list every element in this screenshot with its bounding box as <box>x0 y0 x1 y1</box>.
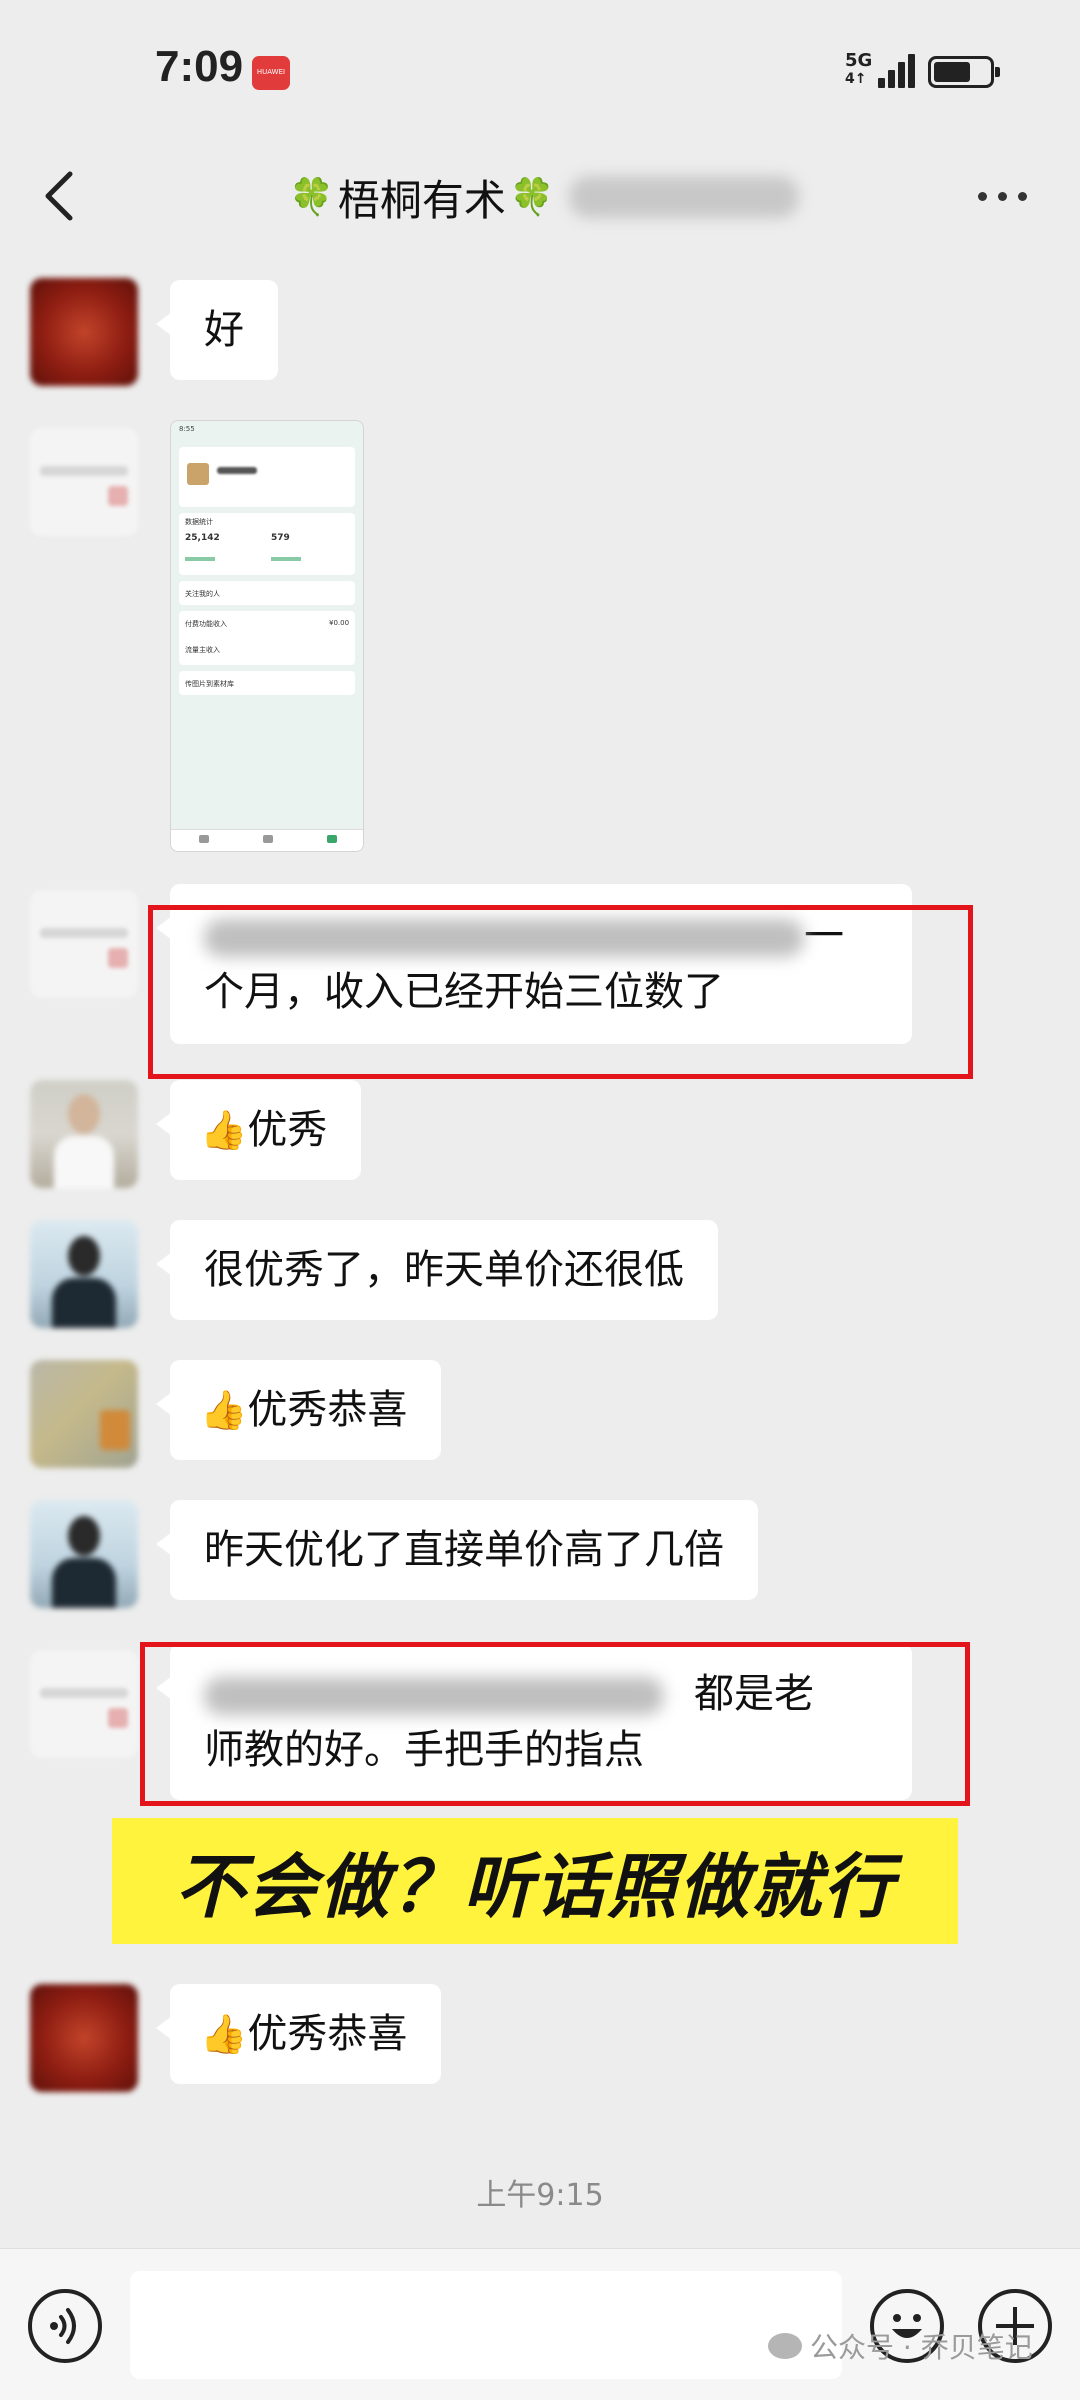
message-timestamp: 上午9:15 <box>476 2178 604 2213</box>
message-bubble[interactable]: 👍优秀恭喜 <box>155 1360 442 1460</box>
chat-header: 🍀 梧桐有术 🍀 <box>0 140 1080 255</box>
message-bubble[interactable]: 很优秀了，昨天单价还很低 <box>156 1220 718 1320</box>
avatar[interactable] <box>30 428 138 536</box>
avatar[interactable] <box>30 1500 138 1608</box>
highlight-box <box>148 905 973 1079</box>
message-text: 很优秀了，昨天单价还很低 <box>204 1247 684 1293</box>
network-indicator: 5G 4↑ <box>845 52 872 88</box>
status-bar: 7:09 HUAWEI 5G 4↑ <box>0 0 1080 140</box>
notification-label: HUAWEI <box>256 68 286 76</box>
watermark-text: 公众号 · 乔贝笔记 <box>810 2331 1033 2364</box>
screenshot-tabbar <box>171 829 363 851</box>
message-text: 昨天优化了直接单价高了几倍 <box>204 1527 724 1573</box>
message-text: 优秀恭喜 <box>247 2011 408 2057</box>
screenshot-row1: 关注我的人 <box>185 590 220 598</box>
screenshot-profile-card <box>179 447 355 507</box>
blurred-title-suffix <box>568 176 799 218</box>
avatar[interactable] <box>30 278 138 386</box>
thumbs-up-icon: 👍 <box>200 2012 248 2056</box>
message-bubble[interactable]: 好 <box>156 280 278 380</box>
message-text: 优秀 <box>247 1107 328 1153</box>
avatar[interactable] <box>30 1984 138 2092</box>
avatar[interactable] <box>30 1360 138 1468</box>
clover-icon: 🍀 <box>509 177 555 218</box>
voice-icon <box>50 2308 76 2344</box>
notification-icon: HUAWEI <box>252 56 290 90</box>
shared-screenshot-image[interactable]: 8:55 数据统计 25,142 579 关注我的人 付费功能收入 ¥0.00 … <box>170 420 364 852</box>
input-bar <box>0 2248 1080 2400</box>
screenshot-value1: 25,142 <box>185 533 220 543</box>
thumbs-up-icon: 👍 <box>200 1388 248 1432</box>
message-bubble[interactable]: 👍优秀 <box>155 1080 362 1180</box>
chat-title: 🍀 梧桐有术 🍀 <box>285 162 799 232</box>
avatar[interactable] <box>30 1650 138 1758</box>
screenshot-row2: 付费功能收入 <box>185 620 227 628</box>
message-bubble[interactable]: 👍优秀恭喜 <box>155 1984 442 2084</box>
highlight-box <box>140 1642 970 1806</box>
annotation-banner: 不会做？听话照做就行 <box>112 1818 958 1944</box>
message-text: 优秀恭喜 <box>247 1387 408 1433</box>
clover-icon: 🍀 <box>289 177 334 218</box>
chat-title-text: 梧桐有术 <box>337 175 506 225</box>
screenshot-value2: 579 <box>271 533 290 543</box>
screenshot-row4: 传图片到素材库 <box>185 680 234 688</box>
avatar[interactable] <box>30 1080 138 1188</box>
screenshot-row3: 流量主收入 <box>185 646 220 654</box>
avatar[interactable] <box>30 1220 138 1328</box>
chevron-left-icon[interactable] <box>40 168 80 224</box>
message-text: 好 <box>204 307 244 353</box>
screenshot-income-card: 付费功能收入 ¥0.00 流量主收入 <box>179 611 355 665</box>
screenshot-row: 关注我的人 <box>179 581 355 605</box>
screenshot-stats-card: 数据统计 25,142 579 <box>179 513 355 575</box>
wechat-official-icon <box>768 2333 802 2359</box>
banner-text: 不会做？听话照做就行 <box>175 1845 895 1928</box>
message-input[interactable] <box>130 2271 842 2379</box>
message-bubble[interactable]: 昨天优化了直接单价高了几倍 <box>156 1500 758 1600</box>
more-dots-icon[interactable] <box>978 184 1030 208</box>
network-sub: 4↑ <box>845 71 867 87</box>
screenshot-stat-label: 数据统计 <box>185 518 213 526</box>
status-time: 7:09 <box>155 42 244 91</box>
screenshot-status-time: 8:55 <box>179 425 195 433</box>
battery-icon <box>928 56 1000 88</box>
thumbs-up-icon: 👍 <box>200 1108 248 1152</box>
avatar[interactable] <box>30 890 138 998</box>
network-type: 5G <box>845 50 873 71</box>
screenshot-row: 传图片到素材库 <box>179 671 355 695</box>
watermark: 公众号 · 乔贝笔记 <box>768 2326 1033 2366</box>
screenshot-row2-value: ¥0.00 <box>329 619 350 627</box>
signal-icon <box>878 52 918 88</box>
voice-button[interactable] <box>28 2289 102 2363</box>
